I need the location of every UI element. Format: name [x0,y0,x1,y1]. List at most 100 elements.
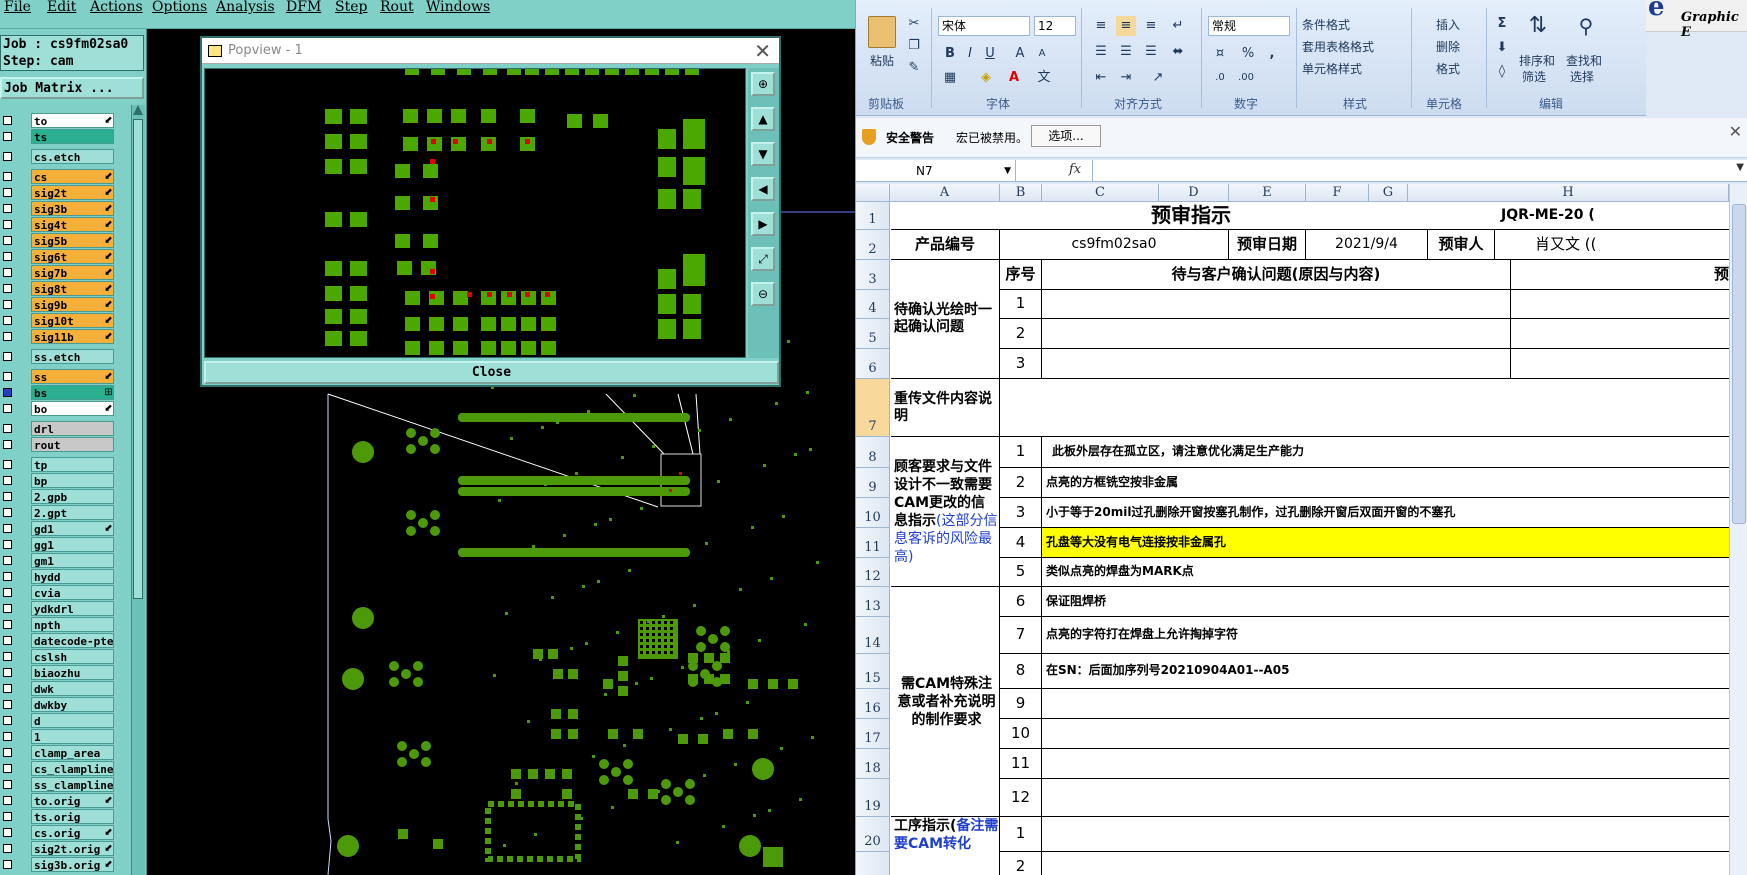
layer-name[interactable]: hydd [31,569,114,584]
layer-row-cs_clampline[interactable]: cs_clampline [0,761,130,776]
layer-name[interactable]: sig3b.orig [31,857,114,872]
layer-name[interactable]: cs [31,169,114,184]
find-select-icon[interactable]: ⚲ [1576,16,1596,42]
seq-cell[interactable]: 3 [1000,349,1042,379]
align-bottom-icon[interactable]: ≡ [1141,16,1161,36]
layer-row-gd1[interactable]: gd1 ⬋ [0,521,130,536]
column-header-G[interactable]: G [1369,184,1408,202]
instruction-cell[interactable]: 点亮的字符打在焊盘上允许掏掉字符 [1042,617,1729,654]
column-header-C[interactable]: C [1042,184,1159,202]
layer-checkbox[interactable] [3,268,12,277]
product-no-value[interactable]: cs9fm02sa0 [1000,230,1229,260]
instruction-cell[interactable]: 小于等于20mil过孔删除开窗按塞孔制作，过孔删除开窗后双面开窗的不塞孔 [1042,498,1729,528]
format-button[interactable]: 格式 [1436,60,1460,77]
format-as-table-button[interactable]: 套用表格格式 [1302,38,1374,55]
layer-name[interactable]: sig6t [31,249,114,264]
menu-actions[interactable]: Actions [90,0,143,15]
layer-name[interactable]: cs.orig [31,825,114,840]
layer-row-biaozhu[interactable]: biaozhu [0,665,130,680]
row-header-4[interactable]: 4 [856,290,890,319]
menu-step[interactable]: Step [335,0,367,15]
layer-row-sig11b[interactable]: sig11b ⬋ [0,329,130,344]
align-center-icon[interactable]: ☰ [1116,42,1136,62]
conditional-format-button[interactable]: 条件格式 [1302,16,1350,33]
layer-name[interactable]: sig8t [31,281,114,296]
layer-name[interactable]: sig3b [31,201,114,216]
seq-cell[interactable]: 1 [1000,290,1042,319]
copy-icon[interactable]: ❐ [904,36,924,56]
align-right-icon[interactable]: ☰ [1141,42,1161,62]
instruction-cell[interactable]: 孔盘等大没有电气连接按非金属孔 [1042,528,1729,558]
seq-cell[interactable]: 2 [1000,468,1042,498]
layer-row-sig9b[interactable]: sig9b ⬋ [0,297,130,312]
layer-row-ts.orig[interactable]: ts.orig [0,809,130,824]
pre-cell[interactable] [1511,290,1729,319]
layer-checkbox[interactable] [3,860,12,869]
layer-checkbox[interactable] [3,388,12,397]
row-header-10[interactable]: 10 [856,498,890,528]
layer-row-sig10t[interactable]: sig10t ⬋ [0,313,130,328]
layer-checkbox[interactable] [3,476,12,485]
sort-filter-label-1[interactable]: 排序和 [1519,52,1555,69]
review-date-label[interactable]: 预审日期 [1229,230,1306,260]
seq-header[interactable]: 序号 [1000,260,1042,290]
layer-checkbox[interactable] [3,188,12,197]
instruction-cell[interactable]: 类似点亮的焊盘为MARK点 [1042,558,1729,587]
expand-formula-icon[interactable]: ▼ [1736,162,1744,173]
job-matrix-button[interactable]: Job Matrix ... [0,77,144,99]
layer-row-gg1[interactable]: gg1 [0,537,130,552]
menu-rout[interactable]: Rout [380,0,414,15]
layer-row-ss_clampline[interactable]: ss_clampline [0,777,130,792]
row-header-7[interactable]: 7 [856,379,890,437]
layer-row-tp[interactable]: tp [0,457,130,472]
seq-cell[interactable]: 8 [1000,654,1042,689]
zoom-out-icon[interactable]: ⊖ [751,282,775,306]
autosum-icon[interactable]: Σ [1492,14,1512,34]
instruction-cell[interactable] [1042,689,1729,719]
seq-cell[interactable]: 4 [1000,528,1042,558]
seq-cell[interactable]: 1 [1000,817,1042,852]
fx-icon[interactable]: fx [1069,162,1081,177]
layer-row-sig2t[interactable]: sig2t ⬋ [0,185,130,200]
layer-row-2.gpt[interactable]: 2.gpt [0,505,130,520]
layer-checkbox[interactable] [3,812,12,821]
layer-checkbox[interactable] [3,716,12,725]
layer-name[interactable]: to.orig [31,793,114,808]
column-header-F[interactable]: F [1306,184,1369,202]
insert-button[interactable]: 插入 [1436,16,1460,33]
fill-icon[interactable]: ⬇ [1492,38,1512,58]
layer-scrollbar[interactable] [131,105,145,875]
cell-styles-button[interactable]: 单元格样式 [1302,60,1362,77]
instruction-cell[interactable] [1042,779,1729,817]
layer-row-clamp_area[interactable]: clamp_area [0,745,130,760]
layer-name[interactable]: cvia [31,585,114,600]
layer-checkbox[interactable] [3,604,12,613]
layer-row-2.gpb[interactable]: 2.gpb [0,489,130,504]
font-name-select[interactable]: 宋体 [938,16,1030,36]
align-top-icon[interactable]: ≡ [1091,16,1111,36]
layer-checkbox[interactable] [3,252,12,261]
layer-checkbox[interactable] [3,828,12,837]
seq-cell[interactable]: 7 [1000,617,1042,654]
paste-icon[interactable] [868,16,896,48]
row-header-2[interactable]: 2 [856,230,890,260]
menu-dfm[interactable]: DFM [286,0,321,15]
seq-cell[interactable]: 11 [1000,749,1042,779]
layer-row-to[interactable]: to ⬋ [0,113,130,128]
bold-icon[interactable]: B [940,44,960,64]
layer-checkbox[interactable] [3,300,12,309]
decrease-indent-icon[interactable]: ⇤ [1091,68,1111,88]
layer-checkbox[interactable] [3,220,12,229]
layer-checkbox[interactable] [3,316,12,325]
zoom-fit-icon[interactable]: ⤢ [751,247,775,271]
row-header-9[interactable]: 9 [856,468,890,498]
decrease-decimal-icon[interactable]: .00 [1236,68,1256,88]
layer-name[interactable]: clamp_area [31,745,114,760]
currency-icon[interactable]: ¤ [1210,44,1230,64]
layer-name[interactable]: sig5b [31,233,114,248]
title-cell[interactable]: 预审指示 [891,202,1491,230]
pre-header[interactable]: 预 [1511,260,1729,290]
scroll-thumb[interactable] [1732,204,1746,524]
chevron-down-icon[interactable]: ▼ [1004,160,1011,182]
column-header-D[interactable]: D [1159,184,1229,202]
